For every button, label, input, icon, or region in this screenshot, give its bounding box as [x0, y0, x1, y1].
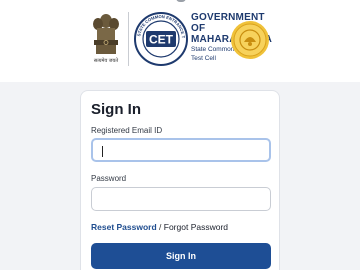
link-separator: / — [156, 222, 164, 232]
cut-off-glyph — [176, 0, 186, 2]
email-label: Registered Email ID — [91, 126, 163, 135]
forgot-password-link[interactable]: Forgot Password — [164, 222, 228, 232]
password-field[interactable] — [91, 187, 271, 211]
reset-password-link[interactable]: Reset Password — [91, 222, 157, 232]
sign-in-card: Sign In Registered Email ID Password Res… — [80, 90, 280, 270]
maharashtra-seal-icon — [231, 21, 269, 59]
sign-in-button[interactable]: Sign In — [91, 243, 271, 269]
text-cursor — [102, 146, 103, 157]
header: सत्यमेव जयते STATE COMMON ENTRANCE TEST … — [0, 6, 360, 82]
header-divider — [128, 12, 129, 66]
page-title: Sign In — [91, 101, 141, 118]
password-links: Reset Password / Forgot Password — [91, 222, 228, 232]
cet-logo-icon: STATE COMMON ENTRANCE TEST CELL CET — [134, 12, 188, 66]
emblem-motto: सत्यमेव जयते — [93, 58, 119, 64]
cet-logo-text: CET — [149, 33, 174, 47]
password-label: Password — [91, 174, 127, 183]
email-field[interactable] — [91, 138, 271, 162]
